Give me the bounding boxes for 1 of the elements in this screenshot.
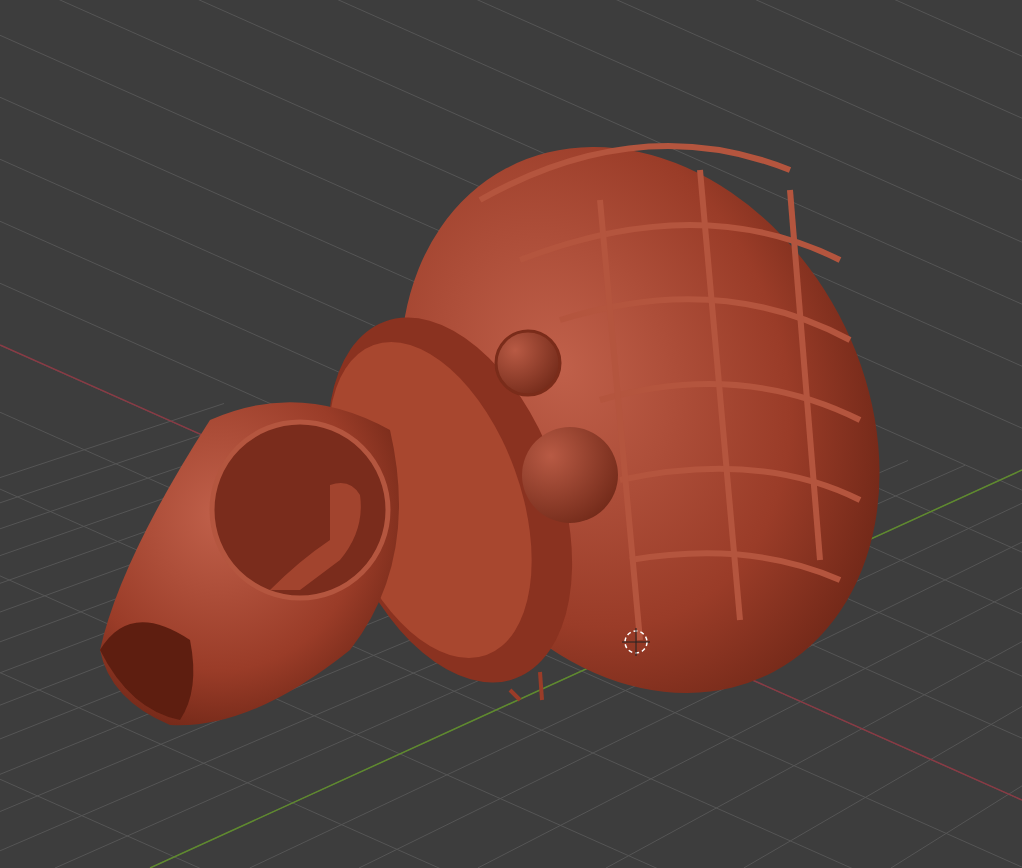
- cursor-icon: [621, 627, 651, 657]
